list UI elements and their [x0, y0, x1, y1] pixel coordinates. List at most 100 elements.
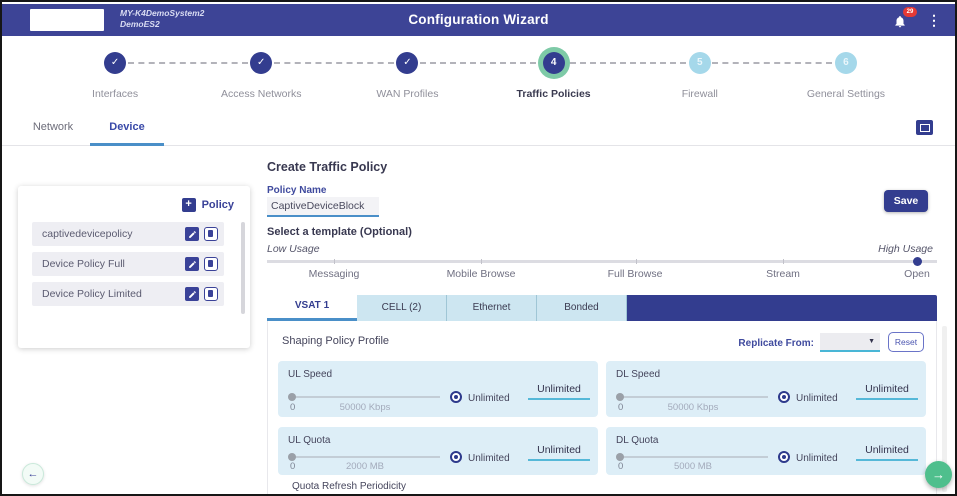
delete-policy-icon[interactable]: [204, 257, 218, 271]
unlimited-radio[interactable]: [450, 451, 462, 463]
check-icon: ✓: [396, 52, 418, 74]
wizard-stepper: ✓ Interfaces ✓ Access Networks ✓ WAN Pro…: [2, 38, 957, 108]
unlimited-radio[interactable]: [778, 391, 790, 403]
edit-policy-icon[interactable]: [185, 227, 199, 241]
page-title: Configuration Wizard: [2, 12, 955, 27]
quota-refresh-periodicity-label: Quota Refresh Periodicity: [292, 481, 406, 492]
step-access-networks[interactable]: ✓ Access Networks: [188, 38, 334, 108]
step-wan-profiles[interactable]: ✓ WAN Profiles: [334, 38, 480, 108]
back-arrow-icon: ←: [28, 468, 39, 480]
dl-quota-panel: DL Quota 0 5000 MB Unlimited Unlimited: [606, 427, 926, 475]
tab-ethernet[interactable]: Ethernet: [447, 295, 537, 321]
slider-tick: [481, 259, 482, 264]
next-arrow-icon: →: [932, 467, 945, 482]
unlimited-radio[interactable]: [778, 451, 790, 463]
policy-list-scrollbar[interactable]: [241, 222, 245, 314]
slider-handle[interactable]: [616, 393, 624, 401]
shaping-section-title: Shaping Policy Profile: [282, 335, 389, 347]
unlimited-radio[interactable]: [450, 391, 462, 403]
slider-tick: [334, 259, 335, 264]
unlimited-radio-label: Unlimited: [468, 393, 510, 404]
ul-speed-value[interactable]: Unlimited: [528, 383, 590, 400]
dl-speed-value[interactable]: Unlimited: [856, 383, 918, 400]
check-icon: ✓: [250, 52, 272, 74]
tab-device[interactable]: Device: [90, 110, 164, 146]
step-label: WAN Profiles: [334, 88, 480, 100]
policy-name-input[interactable]: [267, 197, 379, 217]
shaping-policy-section: Shaping Policy Profile Replicate From: ▼…: [267, 321, 937, 496]
step-label: Traffic Policies: [481, 88, 627, 100]
step-firewall[interactable]: 5 Firewall: [627, 38, 773, 108]
panel-title: UL Quota: [288, 435, 330, 446]
tab-cell[interactable]: CELL (2): [357, 295, 447, 321]
expand-panel-icon[interactable]: [916, 120, 933, 135]
step-interfaces[interactable]: ✓ Interfaces: [42, 38, 188, 108]
save-button[interactable]: Save: [884, 190, 928, 212]
notifications-button[interactable]: 29: [891, 10, 911, 30]
next-button[interactable]: →: [925, 461, 952, 488]
policy-list-item[interactable]: Device Policy Limited: [32, 282, 224, 306]
low-usage-label: Low Usage: [267, 243, 320, 255]
policy-name: Device Policy Full: [42, 258, 125, 270]
template-option-mobile-browse[interactable]: Mobile Browse: [447, 268, 516, 280]
tab-bonded[interactable]: Bonded: [537, 295, 627, 321]
slider-handle[interactable]: [288, 453, 296, 461]
tab-vsat-1[interactable]: VSAT 1: [267, 295, 357, 321]
replicate-from-dropdown[interactable]: ▼: [820, 333, 880, 352]
template-option-messaging[interactable]: Messaging: [309, 268, 360, 280]
add-policy-button[interactable]: + Policy: [182, 198, 234, 212]
slider-handle[interactable]: [288, 393, 296, 401]
replicate-from-label: Replicate From:: [738, 338, 814, 349]
step-label: General Settings: [773, 88, 919, 100]
notification-badge: 29: [903, 7, 917, 17]
unlimited-radio-label: Unlimited: [468, 453, 510, 464]
template-option-full-browse[interactable]: Full Browse: [608, 268, 663, 280]
dl-speed-slider[interactable]: [618, 396, 768, 398]
unlimited-radio-label: Unlimited: [796, 393, 838, 404]
interface-tab-bar: VSAT 1 CELL (2) Ethernet Bonded: [267, 295, 937, 321]
template-option-open[interactable]: Open: [904, 268, 930, 280]
dl-quota-value[interactable]: Unlimited: [856, 444, 918, 461]
edit-policy-icon[interactable]: [185, 287, 199, 301]
step-label: Access Networks: [188, 88, 334, 100]
dl-speed-panel: DL Speed 0 50000 Kbps Unlimited Unlimite…: [606, 361, 926, 417]
policy-list-item[interactable]: captivedevicepolicy: [32, 222, 224, 246]
slider-tick: [783, 259, 784, 264]
panel-title: DL Quota: [616, 435, 658, 446]
policy-list-card: + Policy captivedevicepolicy Device Poli…: [18, 186, 250, 348]
tab-network[interactable]: Network: [16, 110, 90, 146]
chevron-down-icon: ▼: [868, 338, 875, 345]
reset-button[interactable]: Reset: [888, 332, 924, 352]
create-policy-title: Create Traffic Policy: [267, 160, 387, 174]
ul-quota-value[interactable]: Unlimited: [528, 444, 590, 461]
dl-quota-slider[interactable]: [618, 456, 768, 458]
policy-list-item[interactable]: Device Policy Full: [32, 252, 224, 276]
slider-tick: [636, 259, 637, 264]
step-general-settings[interactable]: 6 General Settings: [773, 38, 919, 108]
slider-max: 50000 Kbps: [618, 402, 768, 413]
delete-policy-icon[interactable]: [204, 287, 218, 301]
ul-quota-slider[interactable]: [290, 456, 440, 458]
step-traffic-policies[interactable]: 4 Traffic Policies: [481, 38, 627, 108]
back-button[interactable]: ←: [22, 463, 44, 485]
edit-policy-icon[interactable]: [185, 257, 199, 271]
template-option-stream[interactable]: Stream: [766, 268, 800, 280]
template-slider-track[interactable]: [267, 260, 937, 263]
ul-speed-slider[interactable]: [290, 396, 440, 398]
kebab-menu-icon[interactable]: ⋮: [927, 11, 941, 29]
high-usage-label: High Usage: [878, 243, 933, 255]
template-slider-handle[interactable]: [913, 257, 922, 266]
app-header: MY-K4DemoSystem2 DemoES2 Configuration W…: [2, 4, 955, 36]
slider-max: 5000 MB: [618, 461, 768, 472]
step-number: 4: [543, 52, 565, 74]
delete-policy-icon[interactable]: [204, 227, 218, 241]
unlimited-radio-label: Unlimited: [796, 453, 838, 464]
ul-speed-panel: UL Speed 0 50000 Kbps Unlimited Unlimite…: [278, 361, 598, 417]
panel-title: DL Speed: [616, 369, 660, 380]
step-label: Interfaces: [42, 88, 188, 100]
slider-handle[interactable]: [616, 453, 624, 461]
add-policy-label: Policy: [202, 199, 234, 211]
view-tab-bar: Network Device: [2, 110, 955, 146]
configuration-wizard-screen: MY-K4DemoSystem2 DemoES2 Configuration W…: [0, 0, 957, 496]
policy-name: captivedevicepolicy: [42, 228, 132, 240]
